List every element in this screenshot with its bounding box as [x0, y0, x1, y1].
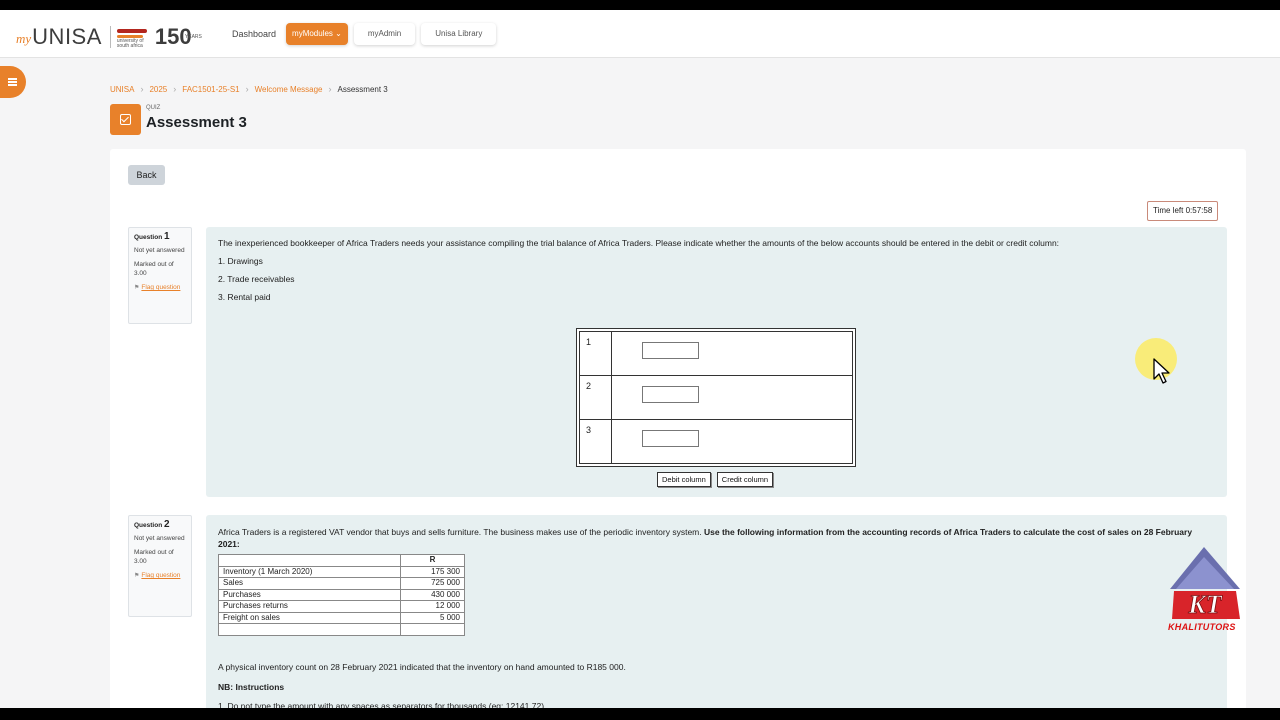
drag-drop-row: 1: [580, 332, 852, 376]
drag-drop-row: 3: [580, 420, 852, 463]
page-title: Assessment 3: [146, 114, 247, 131]
question-item: 2. Trade receivables: [218, 274, 295, 284]
table-cell: 430 000: [400, 588, 465, 601]
question-1-body: The inexperienced bookkeeper of Africa T…: [206, 227, 1227, 497]
flag-icon: ⚑: [134, 285, 140, 291]
table-row: Freight on sales 5 000: [218, 611, 465, 624]
quiz-timer: Time left 0:57:58: [1147, 201, 1219, 221]
accounting-records-table: R Inventory (1 March 2020) 175 300 Sales…: [218, 554, 465, 636]
table-row: Inventory (1 March 2020) 175 300: [218, 565, 465, 578]
table-cell: Freight on sales: [218, 611, 401, 624]
question-1-info: Question 1 Not yet answered Marked out o…: [128, 227, 192, 324]
question-label: Question: [134, 234, 163, 241]
question-2-body: Africa Traders is a registered VAT vendo…: [206, 515, 1227, 708]
table-cell: 725 000: [400, 577, 465, 590]
svg-text:KT: KT: [1187, 590, 1222, 619]
table-cell: [400, 623, 465, 636]
flag-question-link[interactable]: ⚑ Flag question: [134, 283, 186, 293]
question-number: 2: [163, 519, 170, 530]
question-item: 1. Drawings: [218, 256, 263, 266]
logo-my-text: my: [16, 31, 32, 46]
quiz-content-card: Back Time left 0:57:58 Question 1 Not ye…: [110, 149, 1246, 708]
breadcrumb: UNISA › 2025 › FAC1501-25-S1 › Welcome M…: [110, 84, 388, 94]
khalitutors-watermark-text: KHALITUTORS: [1168, 622, 1236, 632]
question-state: Not yet answered: [134, 247, 185, 254]
breadcrumb-current: Assessment 3: [337, 84, 388, 94]
breadcrumb-unisa[interactable]: UNISA: [110, 85, 134, 94]
table-row: Purchases returns 12 000: [218, 600, 465, 613]
row-number: 1: [580, 332, 612, 375]
table-cell: Purchases: [218, 588, 401, 601]
row-number: 3: [580, 420, 612, 463]
flag-question-label[interactable]: Flag question: [141, 572, 180, 579]
flag-question-link[interactable]: ⚑ Flag question: [134, 571, 186, 581]
question-label: Question: [134, 522, 163, 529]
quiz-icon: [110, 104, 141, 135]
breadcrumb-separator: ›: [245, 84, 249, 94]
logo-divider: [109, 26, 111, 48]
row-number: 2: [580, 376, 612, 419]
anniversary-logo: 150 YEARS: [154, 24, 202, 49]
table-row: Sales 725 000: [218, 577, 465, 590]
question-item: 3. Rental paid: [218, 292, 271, 302]
nav-myadmin[interactable]: myAdmin: [353, 23, 416, 45]
table-cell: Purchases returns: [218, 600, 401, 613]
nav-dashboard[interactable]: Dashboard: [228, 23, 280, 45]
table-header-cell: [218, 554, 401, 567]
table-cell: 5 000: [400, 611, 465, 624]
top-navbar: my UNISA university of south africa 150 …: [0, 10, 1280, 58]
question-text: The inexperienced bookkeeper of Africa T…: [218, 238, 1060, 248]
table-cell: 175 300: [400, 565, 465, 578]
drop-zone[interactable]: [642, 386, 699, 403]
back-button[interactable]: Back: [128, 165, 165, 185]
question-2-info: Question 2 Not yet answered Marked out o…: [128, 515, 192, 617]
nav-mymodules-dropdown[interactable]: myModules ⌄: [286, 23, 348, 45]
table-cell: Inventory (1 March 2020): [218, 565, 401, 578]
breadcrumb-course[interactable]: FAC1501-25-S1: [182, 85, 239, 94]
screen: my UNISA university of south africa 150 …: [0, 10, 1280, 708]
question-mark: Marked out of 3.00: [134, 549, 174, 565]
question-text: Africa Traders is a registered VAT vendo…: [218, 526, 1215, 550]
inventory-note: A physical inventory count on 28 Februar…: [218, 662, 626, 672]
question-text-plain: Africa Traders is a registered VAT vendo…: [218, 527, 704, 537]
breadcrumb-year[interactable]: 2025: [149, 85, 167, 94]
drag-drop-table: 1 2 3: [576, 328, 856, 467]
drop-zone[interactable]: [642, 342, 699, 359]
breadcrumb-separator: ›: [328, 84, 332, 94]
drag-drop-row: 2: [580, 376, 852, 420]
table-cell: 12 000: [400, 600, 465, 613]
drag-choices: Debit column Credit column: [657, 472, 774, 487]
list-icon: [7, 78, 17, 86]
table-cell: [218, 623, 401, 636]
breadcrumb-separator: ›: [140, 84, 144, 94]
primary-nav: Dashboard myModules ⌄ myAdmin Unisa Libr…: [228, 23, 497, 45]
activity-type-label: QUIZ: [146, 105, 161, 111]
breadcrumb-separator: ›: [173, 84, 177, 94]
instructions-title: NB: Instructions: [218, 682, 285, 692]
choice-debit-column[interactable]: Debit column: [657, 472, 711, 487]
mouse-pointer-icon: [1153, 358, 1170, 384]
choice-credit-column[interactable]: Credit column: [716, 472, 774, 487]
logo-unisa-text: UNISA: [32, 24, 102, 49]
table-cell: Sales: [218, 577, 401, 590]
unisa-logo[interactable]: my UNISA university of south africa 150 …: [16, 20, 202, 50]
table-row: [218, 623, 465, 636]
question-mark: Marked out of 3.00: [134, 261, 174, 277]
question-number: 1: [163, 231, 170, 242]
drop-zone[interactable]: [642, 430, 699, 447]
breadcrumb-section[interactable]: Welcome Message: [255, 85, 323, 94]
table-row: Purchases 430 000: [218, 588, 465, 601]
nav-unisa-library[interactable]: Unisa Library: [421, 23, 497, 45]
flag-question-label[interactable]: Flag question: [141, 284, 180, 291]
table-header-cell: R: [400, 554, 465, 567]
question-state: Not yet answered: [134, 535, 185, 542]
table-header-row: R: [218, 554, 465, 567]
flag-icon: ⚑: [134, 573, 140, 579]
instruction-item: 1. Do not type the amount with any space…: [218, 701, 545, 708]
course-index-toggle[interactable]: [0, 66, 26, 98]
university-crest-icon: university of south africa: [116, 26, 151, 49]
